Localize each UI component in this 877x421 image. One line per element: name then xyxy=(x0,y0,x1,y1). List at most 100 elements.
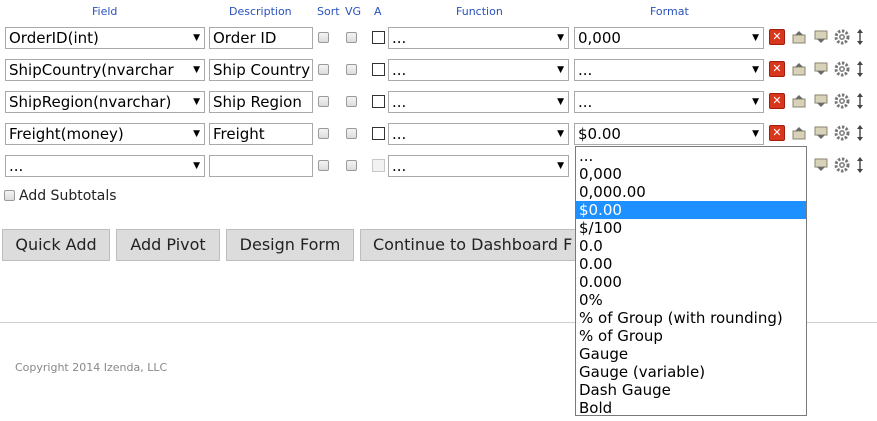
dropdown-arrow-icon: ▼ xyxy=(557,97,564,107)
function-select-value: ... xyxy=(392,93,407,111)
function-select[interactable]: ... ▼ xyxy=(388,27,569,49)
header-sort: Sort xyxy=(317,5,340,18)
format-option[interactable]: $/100 xyxy=(576,219,806,237)
format-option[interactable]: Gauge xyxy=(576,345,806,363)
quick-add-button[interactable]: Quick Add xyxy=(2,229,110,261)
gear-icon[interactable] xyxy=(834,157,850,173)
function-select[interactable]: ... ▼ xyxy=(388,123,569,145)
dropdown-arrow-icon: ▼ xyxy=(193,129,200,139)
header-function: Function xyxy=(456,5,503,18)
dropdown-arrow-icon: ▼ xyxy=(752,33,759,43)
header-format: Format xyxy=(650,5,689,18)
field-select-value: OrderID(int) xyxy=(9,29,99,47)
function-select-value: ... xyxy=(392,61,407,79)
resize-vertical-icon[interactable] xyxy=(855,60,865,78)
function-select[interactable]: ... ▼ xyxy=(388,155,569,177)
format-option[interactable]: 0.00 xyxy=(576,255,806,273)
format-select-value: $0.00 xyxy=(578,125,621,143)
function-select-value: ... xyxy=(392,125,407,143)
gear-icon[interactable] xyxy=(834,93,850,109)
format-option-selected[interactable]: $0.00 xyxy=(576,201,806,219)
format-option[interactable]: Gauge (variable) xyxy=(576,363,806,381)
description-input[interactable]: Ship Region xyxy=(209,91,313,113)
header-vg: VG xyxy=(345,5,362,18)
format-select-value: ... xyxy=(578,93,593,111)
format-option[interactable]: 0,000.00 xyxy=(576,183,806,201)
dropdown-arrow-icon: ▼ xyxy=(752,65,759,75)
format-option[interactable]: 0,000 xyxy=(576,165,806,183)
move-up-icon[interactable] xyxy=(791,125,807,141)
format-option[interactable]: 0.0 xyxy=(576,237,806,255)
format-option[interactable]: % of Group xyxy=(576,327,806,345)
vg-checkbox[interactable] xyxy=(346,32,357,43)
a-checkbox[interactable] xyxy=(372,63,385,76)
sort-checkbox[interactable] xyxy=(318,128,329,139)
move-down-icon[interactable] xyxy=(813,125,829,141)
format-select[interactable]: 0,000 ▼ xyxy=(574,27,764,49)
description-input[interactable]: Order ID xyxy=(209,27,313,49)
format-dropdown-list[interactable]: ... 0,000 0,000.00 $0.00 $/100 0.0 0.00 … xyxy=(575,146,807,416)
move-up-icon[interactable] xyxy=(791,29,807,45)
gear-icon[interactable] xyxy=(834,125,850,141)
resize-vertical-icon[interactable] xyxy=(855,124,865,142)
vg-checkbox[interactable] xyxy=(346,128,357,139)
field-select[interactable]: Freight(money) ▼ xyxy=(5,123,205,145)
field-select[interactable]: ... ▼ xyxy=(5,155,205,177)
format-select-value: 0,000 xyxy=(578,29,621,47)
move-down-icon[interactable] xyxy=(813,29,829,45)
format-option[interactable]: Bold xyxy=(576,399,806,415)
dropdown-arrow-icon: ▼ xyxy=(193,65,200,75)
resize-vertical-icon[interactable] xyxy=(855,92,865,110)
resize-vertical-icon[interactable] xyxy=(855,156,865,174)
move-down-icon[interactable] xyxy=(813,157,829,173)
delete-icon[interactable]: ✕ xyxy=(769,125,785,141)
format-select[interactable]: ... ▼ xyxy=(574,59,764,81)
move-down-icon[interactable] xyxy=(813,93,829,109)
description-input[interactable] xyxy=(209,155,313,177)
format-option[interactable]: ... xyxy=(576,147,806,165)
move-down-icon[interactable] xyxy=(813,61,829,77)
add-pivot-button[interactable]: Add Pivot xyxy=(116,229,220,261)
format-option[interactable]: 0% xyxy=(576,291,806,309)
format-select[interactable]: ... ▼ xyxy=(574,91,764,113)
a-checkbox[interactable] xyxy=(372,95,385,108)
function-select-value: ... xyxy=(392,29,407,47)
description-input[interactable]: Freight xyxy=(209,123,313,145)
field-select-value: ShipCountry(nvarchar xyxy=(9,61,174,79)
sort-checkbox[interactable] xyxy=(318,64,329,75)
move-up-icon[interactable] xyxy=(791,93,807,109)
field-select[interactable]: ShipCountry(nvarchar ▼ xyxy=(5,59,205,81)
vg-checkbox[interactable] xyxy=(346,64,357,75)
dropdown-arrow-icon: ▼ xyxy=(193,161,200,171)
function-select[interactable]: ... ▼ xyxy=(388,59,569,81)
continue-to-dashboard-button[interactable]: Continue to Dashboard F xyxy=(360,229,585,261)
a-checkbox[interactable] xyxy=(372,31,385,44)
sort-checkbox[interactable] xyxy=(318,32,329,43)
sort-checkbox[interactable] xyxy=(318,96,329,107)
delete-icon[interactable]: ✕ xyxy=(769,61,785,77)
function-select[interactable]: ... ▼ xyxy=(388,91,569,113)
format-option[interactable]: Dash Gauge xyxy=(576,381,806,399)
field-select[interactable]: ShipRegion(nvarchar) ▼ xyxy=(5,91,205,113)
description-input[interactable]: Ship Country xyxy=(209,59,313,81)
a-checkbox[interactable] xyxy=(372,127,385,140)
dropdown-arrow-icon: ▼ xyxy=(557,65,564,75)
design-form-button[interactable]: Design Form xyxy=(226,229,354,261)
vg-checkbox[interactable] xyxy=(346,160,357,171)
format-select-open[interactable]: $0.00 ▼ xyxy=(574,123,764,145)
field-select[interactable]: OrderID(int) ▼ xyxy=(5,27,205,49)
vg-checkbox[interactable] xyxy=(346,96,357,107)
gear-icon[interactable] xyxy=(834,61,850,77)
delete-icon[interactable]: ✕ xyxy=(769,29,785,45)
field-select-value: ShipRegion(nvarchar) xyxy=(9,93,172,111)
move-up-icon[interactable] xyxy=(791,61,807,77)
gear-icon[interactable] xyxy=(834,29,850,45)
add-subtotals-checkbox[interactable] xyxy=(4,190,15,201)
delete-icon[interactable]: ✕ xyxy=(769,93,785,109)
format-option[interactable]: 0.000 xyxy=(576,273,806,291)
format-option[interactable]: % of Group (with rounding) xyxy=(576,309,806,327)
dropdown-arrow-icon: ▼ xyxy=(193,97,200,107)
sort-checkbox[interactable] xyxy=(318,160,329,171)
resize-vertical-icon[interactable] xyxy=(855,28,865,46)
a-checkbox xyxy=(372,159,385,172)
